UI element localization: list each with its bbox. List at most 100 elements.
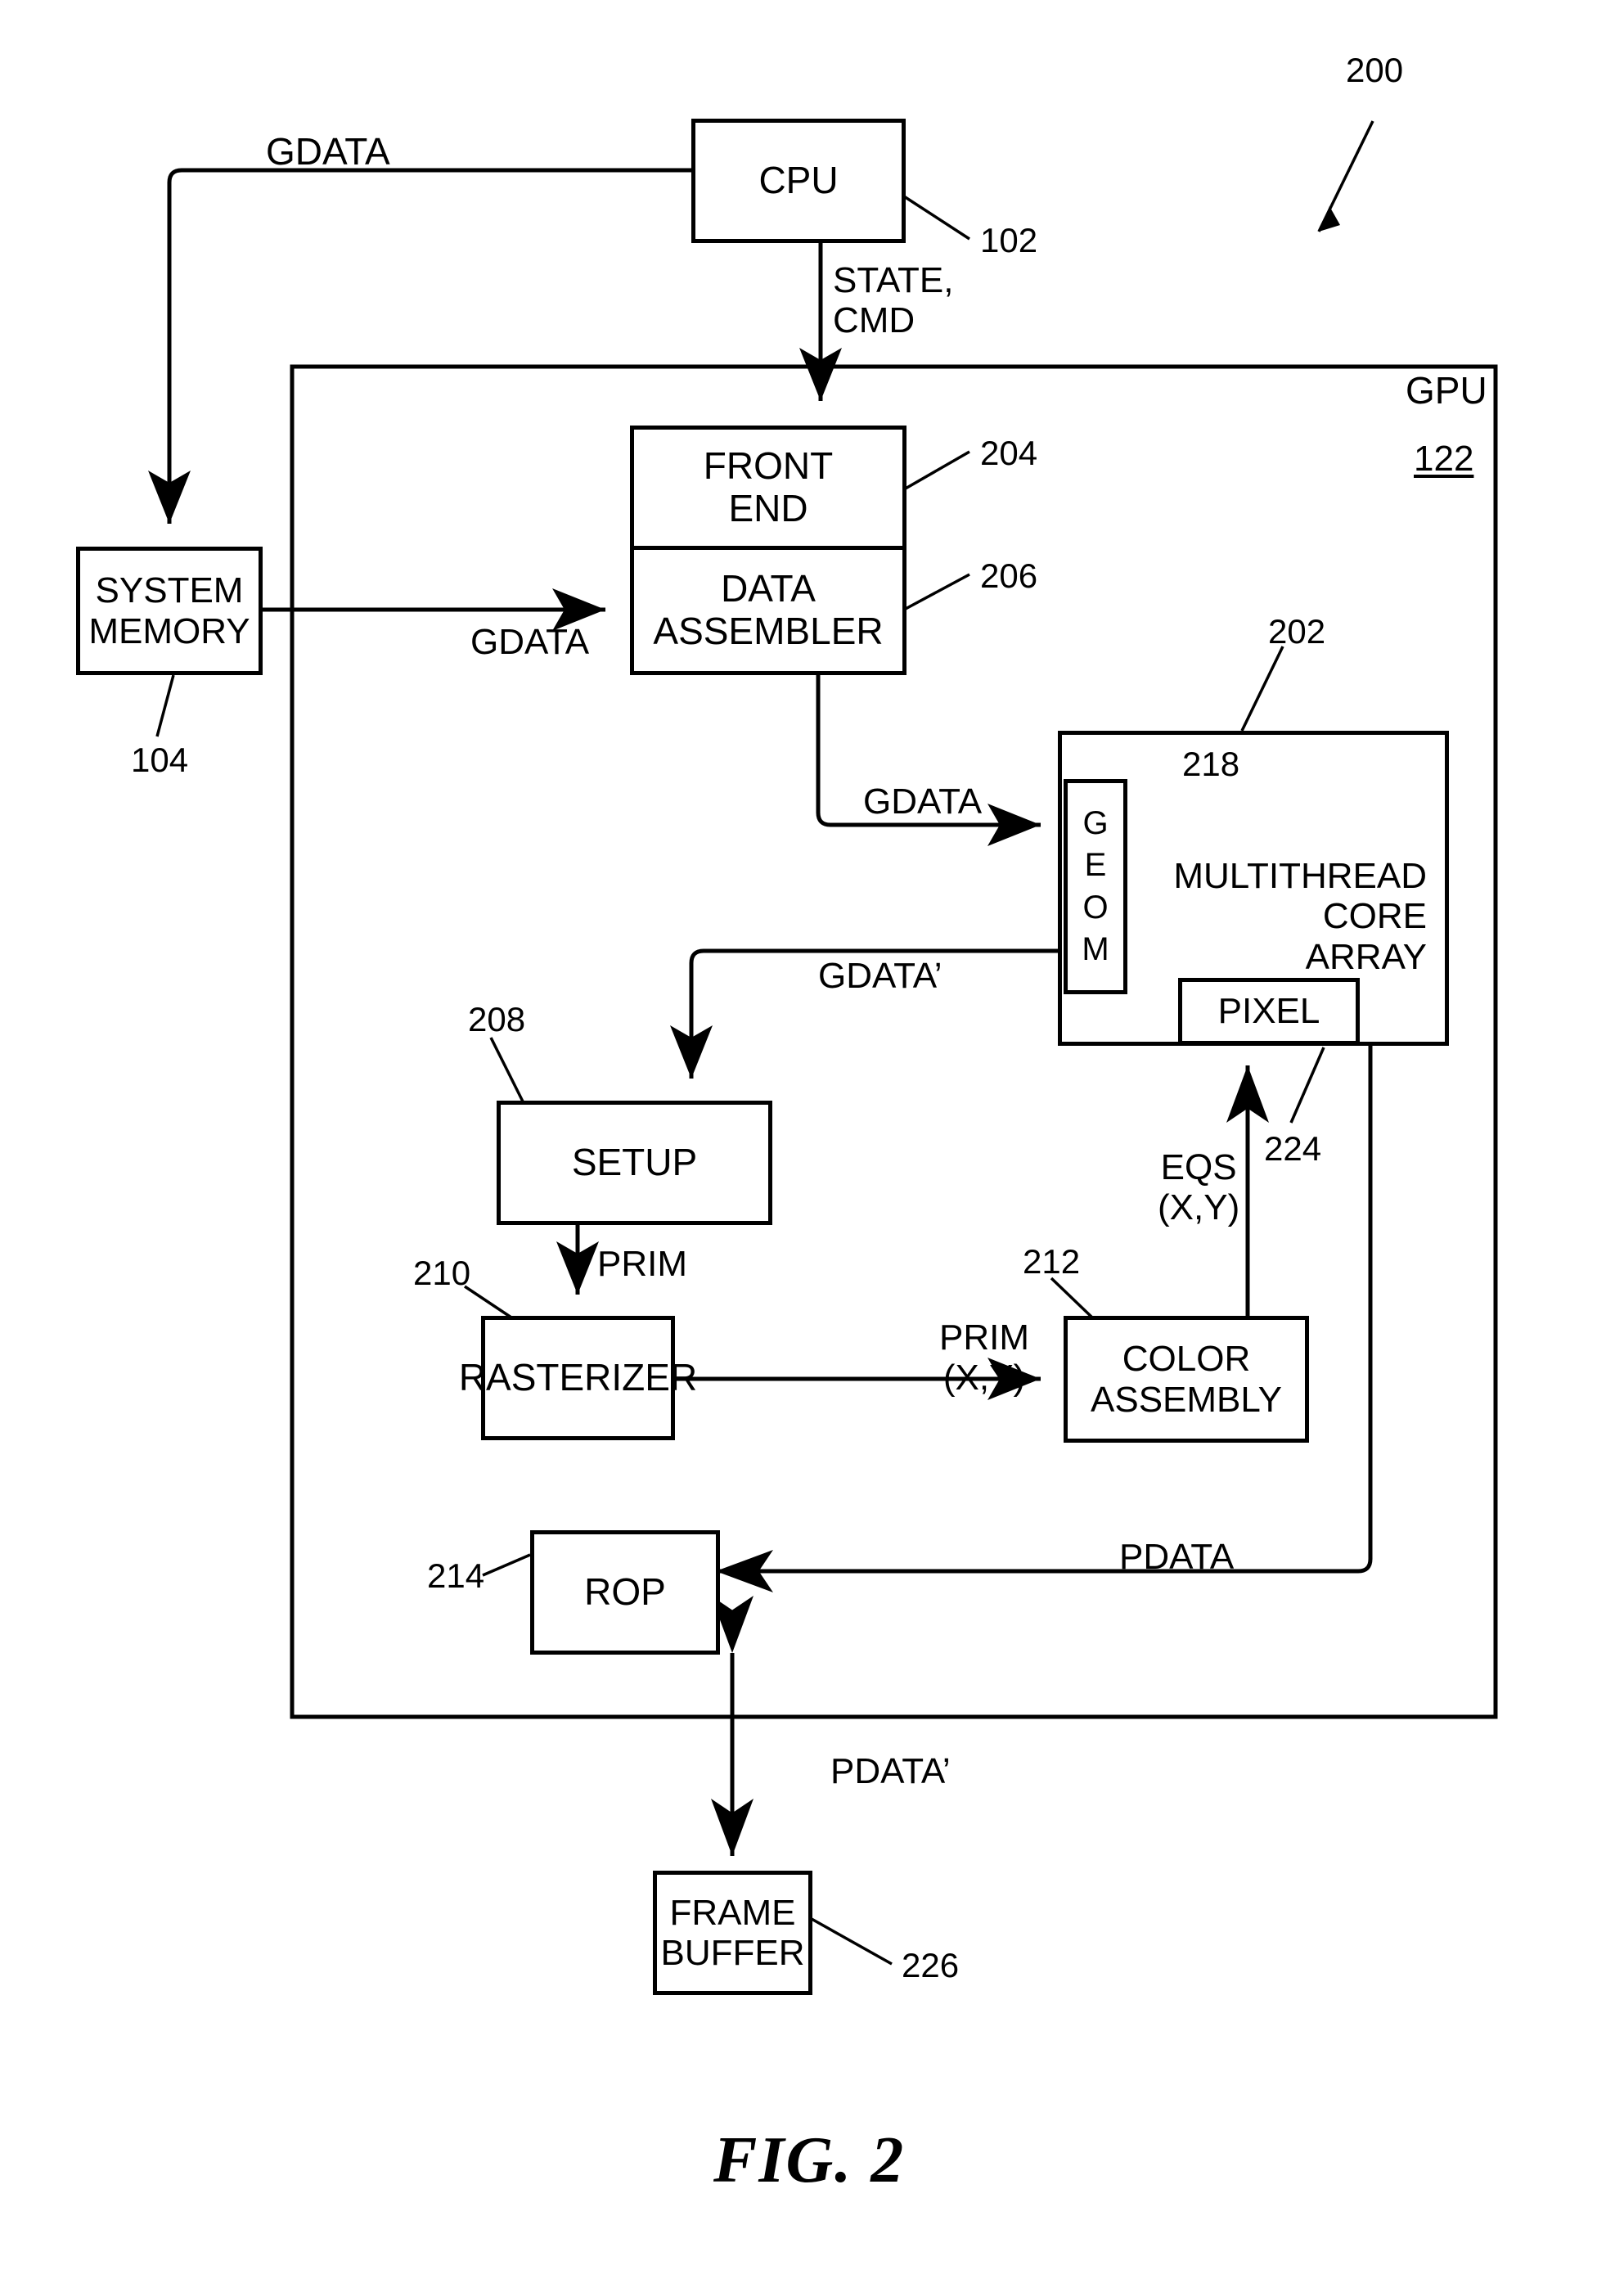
ref-214: 214 <box>427 1556 484 1595</box>
ref-210-number: 210 <box>413 1254 471 1292</box>
color-assembly-label-line1: COLOR <box>1122 1339 1251 1380</box>
leader-212 <box>1050 1277 1094 1319</box>
leader-214 <box>482 1553 531 1577</box>
ref-202: 202 <box>1268 612 1325 651</box>
system-memory-label-line1: SYSTEM <box>95 570 244 611</box>
core-array-label-line3: ARRAY <box>1305 936 1427 977</box>
ref-102: 102 <box>980 221 1037 259</box>
data-assembler-label-line1: DATA <box>721 567 816 610</box>
state-cmd-line1: STATE, <box>833 260 954 300</box>
ref-102-number: 102 <box>980 221 1038 259</box>
signal-gdata-memory-to-assembler: GDATA <box>470 622 589 662</box>
leader-224 <box>1289 1047 1325 1124</box>
gdata-cpu-label: GDATA <box>266 130 390 173</box>
gpu-title: GPU <box>1406 369 1487 412</box>
signal-prim-xy: PRIM (X,Y) <box>939 1317 1029 1398</box>
leader-102 <box>903 195 970 241</box>
block-setup[interactable]: SETUP <box>497 1101 772 1225</box>
geom-letter-o: O <box>1082 889 1109 926</box>
ref-206-number: 206 <box>980 556 1038 595</box>
ref-212: 212 <box>1023 1242 1080 1281</box>
gdata-geom-label: GDATA <box>863 781 983 822</box>
block-color-assembly[interactable]: COLOR ASSEMBLY <box>1064 1316 1309 1443</box>
wire-pdata <box>716 1043 1373 1592</box>
block-data-assembler[interactable]: DATA ASSEMBLER <box>630 546 906 675</box>
gdata-mem-label: GDATA <box>470 622 590 662</box>
pdata-prime-label: PDATA’ <box>830 1751 951 1791</box>
gpu-ref-number: 122 <box>1414 439 1474 479</box>
core-array-label-line1: MULTITHREAD <box>1173 856 1427 896</box>
ref-104-number: 104 <box>131 741 189 779</box>
signal-pdata-prime: PDATA’ <box>830 1751 951 1791</box>
data-assembler-label-line2: ASSEMBLER <box>653 610 884 652</box>
prim-label: PRIM <box>597 1244 687 1284</box>
gdata-prime-label: GDATA’ <box>818 956 942 996</box>
ref-204: 204 <box>980 434 1037 472</box>
block-cpu[interactable]: CPU <box>691 119 906 243</box>
leader-204 <box>903 450 970 491</box>
pdata-label: PDATA <box>1119 1537 1235 1577</box>
figure-caption-text: FIG. 2 <box>713 2124 906 2196</box>
leader-206 <box>903 573 970 611</box>
ref-210: 210 <box>413 1254 470 1292</box>
ref-206: 206 <box>980 556 1037 595</box>
rasterizer-label: RASTERIZER <box>458 1356 698 1399</box>
ref-202-number: 202 <box>1268 612 1326 651</box>
color-assembly-label-line2: ASSEMBLY <box>1091 1379 1282 1420</box>
wire-gdata-cpu-to-memory <box>147 168 691 524</box>
block-rasterizer[interactable]: RASTERIZER <box>459 1316 697 1440</box>
pixel-label: PIXEL <box>1217 991 1320 1032</box>
geom-letter-m: M <box>1082 930 1109 967</box>
signal-prim-setup-to-rasterizer: PRIM <box>597 1244 687 1284</box>
cpu-label: CPU <box>758 159 839 202</box>
ref-208: 208 <box>468 1000 525 1038</box>
signal-gdata-cpu-to-memory: GDATA <box>266 130 390 173</box>
frame-buffer-label-line1: FRAME <box>669 1892 796 1933</box>
leader-208 <box>489 1037 525 1104</box>
front-end-label-line2: END <box>728 487 808 529</box>
signal-pdata: PDATA <box>1119 1537 1234 1577</box>
geom-letter-g: G <box>1082 805 1109 842</box>
signal-eqs-xy: EQS (X,Y) <box>1158 1147 1239 1228</box>
ref-218-number: 218 <box>1182 745 1240 783</box>
block-frame-buffer[interactable]: FRAME BUFFER <box>653 1871 812 1995</box>
core-array-label-line2: CORE <box>1322 896 1427 937</box>
signal-gdata-assembler-to-geom: GDATA <box>863 781 982 822</box>
leader-104 <box>155 674 175 737</box>
ref-226-number: 226 <box>902 1946 960 1984</box>
figure-caption: FIG. 2 <box>713 2124 905 2198</box>
ref-212-number: 212 <box>1023 1242 1081 1281</box>
eqs-xy-line2: (X,Y) <box>1158 1187 1240 1228</box>
ref-104: 104 <box>131 741 188 779</box>
ref-224: 224 <box>1264 1129 1321 1168</box>
ref-226: 226 <box>902 1946 959 1984</box>
geom-letter-e: E <box>1084 847 1107 884</box>
ref-208-number: 208 <box>468 1000 526 1038</box>
setup-label: SETUP <box>571 1141 698 1184</box>
leader-202 <box>1240 646 1284 732</box>
leader-200-arrowhead <box>1319 206 1340 232</box>
leader-210 <box>464 1285 512 1319</box>
rop-label: ROP <box>584 1570 666 1614</box>
gpu-ref: 122 <box>1414 439 1473 479</box>
block-pixel[interactable]: PIXEL <box>1178 978 1360 1045</box>
block-rop[interactable]: ROP <box>530 1530 720 1655</box>
ref-204-number: 204 <box>980 434 1038 472</box>
block-system-memory[interactable]: SYSTEM MEMORY <box>76 547 263 675</box>
ref-200: 200 <box>1346 51 1403 89</box>
state-cmd-line2: CMD <box>833 300 915 341</box>
ref-214-number: 214 <box>427 1556 485 1595</box>
prim-xy-line2: (X,Y) <box>942 1358 1026 1398</box>
eqs-xy-line1: EQS <box>1160 1147 1237 1187</box>
leader-226 <box>811 1917 893 1966</box>
ref-200-number: 200 <box>1346 51 1404 89</box>
signal-gdata-prime: GDATA’ <box>818 956 942 996</box>
frame-buffer-label-line2: BUFFER <box>660 1933 805 1973</box>
gpu-label: GPU <box>1406 369 1487 412</box>
block-front-end[interactable]: FRONT END <box>630 426 906 550</box>
system-memory-label-line2: MEMORY <box>88 610 250 651</box>
block-geom[interactable]: G E O M <box>1064 779 1127 994</box>
prim-xy-line1: PRIM <box>939 1317 1029 1358</box>
signal-state-cmd: STATE, CMD <box>833 260 954 341</box>
ref-224-number: 224 <box>1264 1129 1322 1168</box>
